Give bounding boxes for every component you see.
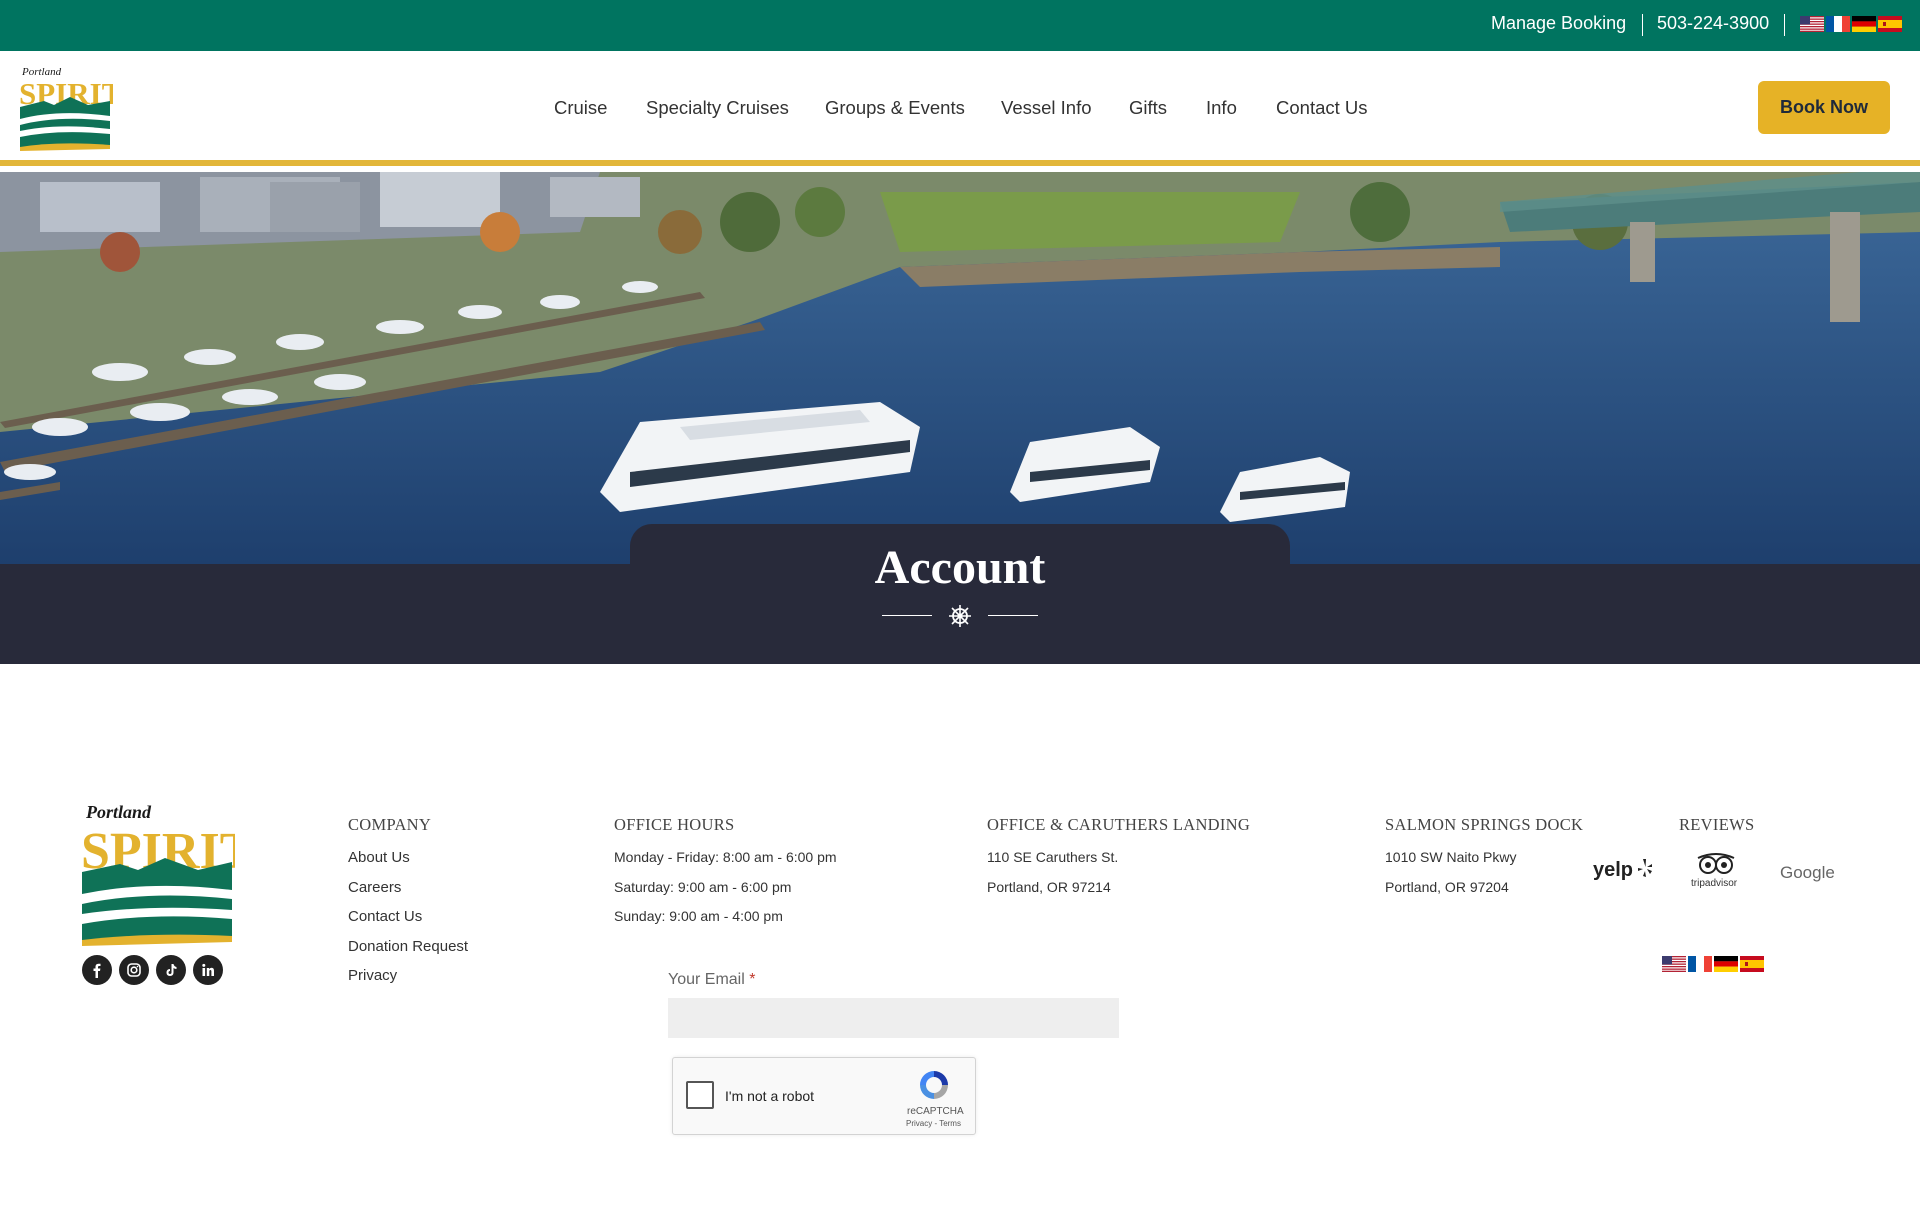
linkedin-icon [202,963,214,976]
footer-logo[interactable]: Portland SPIRIT [80,800,235,950]
hours-saturday: Saturday: 9:00 am - 6:00 pm [614,879,792,895]
fr-flag-icon[interactable] [1688,956,1712,972]
book-now-button[interactable]: Book Now [1758,81,1890,134]
yelp-icon[interactable]: yelp [1592,856,1654,882]
careers-link[interactable]: Careers [348,879,401,896]
divider [1784,14,1785,36]
required-mark: * [749,971,756,988]
recaptcha-checkbox[interactable] [686,1081,714,1109]
instagram-icon [127,963,141,977]
donation-request-link[interactable]: Donation Request [348,938,468,955]
office-landing-heading: OFFICE & CARUTHERS LANDING [987,815,1251,834]
landing-address-street: 110 SE Caruthers St. [987,849,1119,865]
facebook-button[interactable] [82,955,112,985]
es-flag-icon[interactable] [1740,956,1764,972]
recaptcha-terms-link[interactable]: Privacy - Terms [906,1119,961,1128]
svg-text:Google: Google [1780,863,1835,882]
office-hours-heading: OFFICE HOURS [614,815,735,834]
portland-spirit-logo[interactable]: Portland SPIRIT [18,61,113,153]
company-heading: COMPANY [348,815,432,834]
instagram-button[interactable] [119,955,149,985]
hero-image [0,172,1920,564]
recaptcha-icon [920,1071,948,1099]
reviews-heading: REVIEWS [1679,815,1755,834]
landing-address-city: Portland, OR 97214 [987,879,1111,895]
nav-groups-events[interactable]: Groups & Events [825,97,965,119]
linkedin-button[interactable] [193,955,223,985]
svg-text:Portland: Portland [85,802,152,822]
salmon-dock-heading: SALMON SPRINGS DOCK [1385,815,1584,834]
recaptcha-brand: reCAPTCHA [907,1106,964,1117]
us-flag-icon[interactable] [1800,16,1824,32]
de-flag-icon[interactable] [1714,956,1738,972]
email-label-text: Your Email [668,971,745,988]
title-divider-left [882,615,932,616]
nav-gifts[interactable]: Gifts [1129,97,1167,119]
tiktok-icon [166,964,177,976]
nav-specialty-cruises[interactable]: Specialty Cruises [646,97,789,119]
nav-contact-us[interactable]: Contact Us [1276,97,1368,119]
svg-text:tripadvisor: tripadvisor [1691,878,1738,889]
manage-booking-link[interactable]: Manage Booking [1491,13,1626,34]
email-label: Your Email * [668,971,755,989]
contact-us-link[interactable]: Contact Us [348,908,422,925]
de-flag-icon[interactable] [1852,16,1876,32]
dock-address-street: 1010 SW Naito Pkwy [1385,849,1517,865]
es-flag-icon[interactable] [1878,16,1902,32]
recaptcha-label: I'm not a robot [725,1088,815,1104]
dock-address-city: Portland, OR 97204 [1385,879,1509,895]
phone-link[interactable]: 503-224-3900 [1657,13,1769,34]
fr-flag-icon[interactable] [1826,16,1850,32]
hours-weekday: Monday - Friday: 8:00 am - 6:00 pm [614,849,837,865]
main-header: Portland SPIRIT Cruise Specialty Cruises… [0,51,1920,166]
hours-sunday: Sunday: 9:00 am - 4:00 pm [614,908,783,924]
recaptcha-widget: I'm not a robot reCAPTCHA Privacy - Term… [672,1057,976,1135]
tiktok-button[interactable] [156,955,186,985]
about-us-link[interactable]: About Us [348,849,410,866]
top-bar: Manage Booking 503-224-3900 [0,0,1920,51]
us-flag-icon[interactable] [1662,956,1686,972]
divider [1642,14,1643,36]
email-field[interactable] [668,998,1119,1038]
page-title: Account [874,541,1046,594]
privacy-link[interactable]: Privacy [348,967,397,984]
google-icon[interactable]: Google [1779,860,1837,884]
nav-info[interactable]: Info [1206,97,1237,119]
nav-vessel-info[interactable]: Vessel Info [1001,97,1092,119]
title-divider-right [988,615,1038,616]
tripadvisor-icon[interactable]: tripadvisor [1688,852,1744,890]
facebook-icon [93,963,101,978]
svg-text:yelp: yelp [1593,859,1633,881]
nav-cruise[interactable]: Cruise [554,97,607,119]
ship-wheel-icon [949,605,971,627]
